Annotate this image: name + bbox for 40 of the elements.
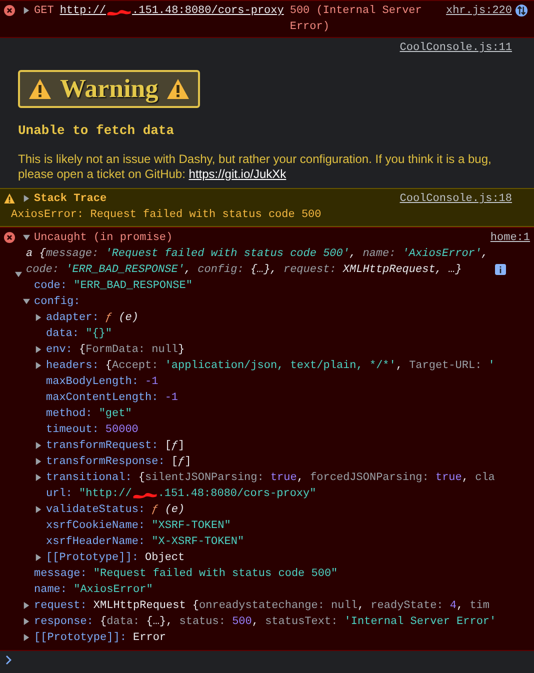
request-method: GET	[34, 4, 54, 19]
source-link[interactable]: home:1	[490, 230, 530, 246]
property-text: .151.48:8080/cors-proxy"	[158, 487, 316, 502]
property-text: [[Prototype]]: Error	[34, 631, 166, 646]
log-heading: Unable to fetch data	[18, 123, 176, 139]
status-text: 500 (Internal Server Error)	[290, 4, 423, 35]
stack-trace-label[interactable]: Stack Trace	[34, 191, 388, 207]
url-link[interactable]: .151.48:8080/cors-proxy	[132, 3, 284, 19]
log-message: This is likely not an issue with Dashy, but rather your configuration. If you think it is a bug, please open a ticket on GitHub: https://git.io/JukXk	[18, 152, 492, 182]
property-text: method: "get"	[46, 407, 132, 422]
property-text: maxContentLength: -1	[46, 391, 178, 406]
property-text: timeout: 50000	[46, 423, 138, 438]
object-preview[interactable]: a {message: 'Request failed with status code 500', name: 'AxiosError', code: 'ERR_BAD_RESPONSE', config: {…}, request: XMLHttpRequest, …}	[26, 246, 491, 278]
property-text: data: "{}"	[46, 327, 112, 342]
property-text: response: {data: {…}, status: 500, statusText: 'Internal Server Error'	[34, 615, 496, 630]
property-text: [[Prototype]]: Object	[46, 551, 185, 566]
property-text: transformResponse: [ƒ]	[46, 455, 192, 470]
property-text: request: XMLHttpRequest {onreadystatechange: null, readyState: 4, tim	[34, 599, 490, 614]
property-text: message: "Request failed with status code 500"	[34, 567, 338, 582]
property-text: transformRequest: [ƒ]	[46, 439, 185, 454]
property-text: config:	[34, 295, 80, 310]
property-text: name: "AxiosError"	[34, 583, 153, 598]
uncaught-error-text: Uncaught (in promise)	[34, 231, 173, 246]
property-text: transitional: {silentJSONParsing: true, forcedJSONParsing: true, cla	[46, 471, 495, 486]
property-text: env: {FormData: null}	[46, 343, 185, 358]
property-text: code: "ERR_BAD_RESPONSE"	[34, 279, 192, 294]
property-text: validateStatus: ƒ (e)	[46, 503, 185, 518]
source-link[interactable]: CoolConsole.js:11	[400, 40, 512, 56]
property-text: url: "http://	[46, 487, 132, 502]
property-text: xsrfHeaderName: "X-XSRF-TOKEN"	[46, 535, 244, 550]
github-link[interactable]: https://git.io/JukXk	[188, 167, 286, 181]
property-text: adapter: ƒ (e)	[46, 311, 138, 326]
source-link[interactable]: xhr.js:220	[446, 3, 512, 19]
warning-badge: Warning	[18, 70, 200, 108]
property-text: maxBodyLength: -1	[46, 375, 158, 390]
source-link[interactable]: CoolConsole.js:18	[400, 191, 512, 207]
property-text: xsrfCookieName: "XSRF-TOKEN"	[46, 519, 231, 534]
url-link[interactable]: http://	[60, 3, 106, 19]
warning-message: AxiosError: Request failed with status code 500	[11, 208, 322, 223]
property-text: headers: {Accept: 'application/json, text/plain, */*', Target-URL: '	[46, 359, 495, 374]
